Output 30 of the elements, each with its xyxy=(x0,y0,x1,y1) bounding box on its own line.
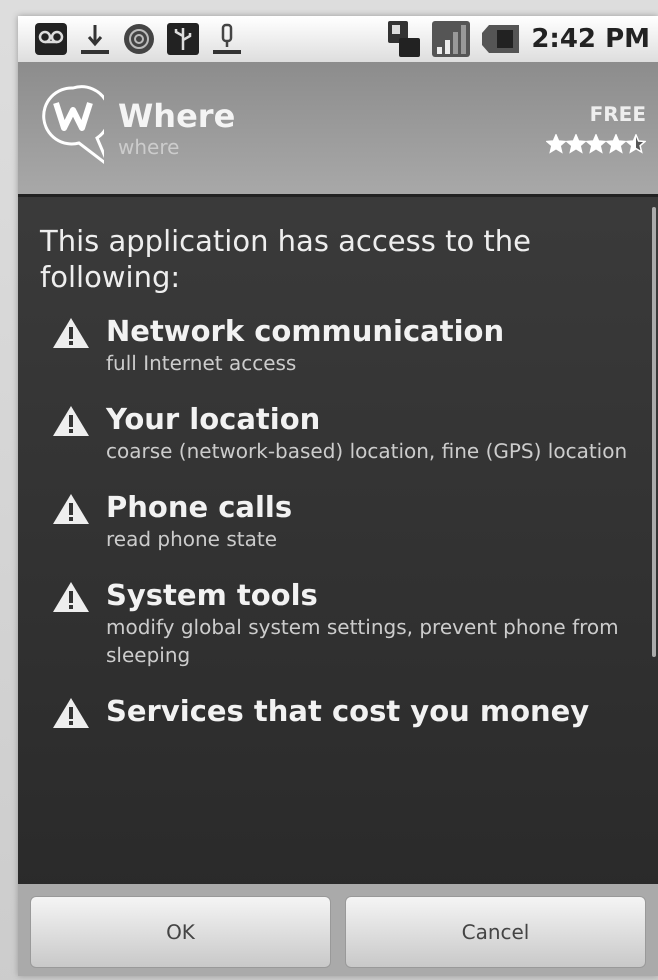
star-icon xyxy=(566,134,586,154)
price-label: FREE xyxy=(590,102,646,126)
warning-icon xyxy=(52,405,90,437)
star-icon xyxy=(586,134,606,154)
permission-title: Your location xyxy=(106,401,322,437)
permission-title: Phone calls xyxy=(106,489,292,525)
permission-detail: read phone state xyxy=(106,526,278,553)
intro-text: This application has access to the following: xyxy=(40,223,532,295)
warning-icon xyxy=(52,317,90,349)
warning-icon xyxy=(52,493,90,525)
cancel-button[interactable]: Cancel xyxy=(345,896,646,968)
ok-button[interactable]: OK xyxy=(30,896,331,968)
permission-title: Services that cost you money xyxy=(106,693,590,729)
star-icon xyxy=(606,134,626,154)
scrollbar[interactable] xyxy=(652,207,656,657)
permission-title: System tools xyxy=(106,577,319,613)
usb-icon xyxy=(166,22,200,56)
warning-icon xyxy=(52,581,90,613)
permission-title: Network communication xyxy=(106,313,504,349)
app-name: Where xyxy=(118,97,236,135)
voicemail-icon xyxy=(34,22,68,56)
permission-detail: coarse (network-based) location, fine (GPS) location xyxy=(106,438,628,465)
permission-detail: modify global system settings, prevent phone from sleeping xyxy=(106,614,620,669)
warning-icon xyxy=(52,697,90,729)
star-icon xyxy=(626,134,646,154)
permission-detail: full Internet access xyxy=(106,350,298,377)
signal-icon xyxy=(431,20,472,58)
star-icon xyxy=(546,134,566,154)
clock-time: 2:42 PM xyxy=(531,24,650,54)
battery-icon xyxy=(481,23,522,55)
